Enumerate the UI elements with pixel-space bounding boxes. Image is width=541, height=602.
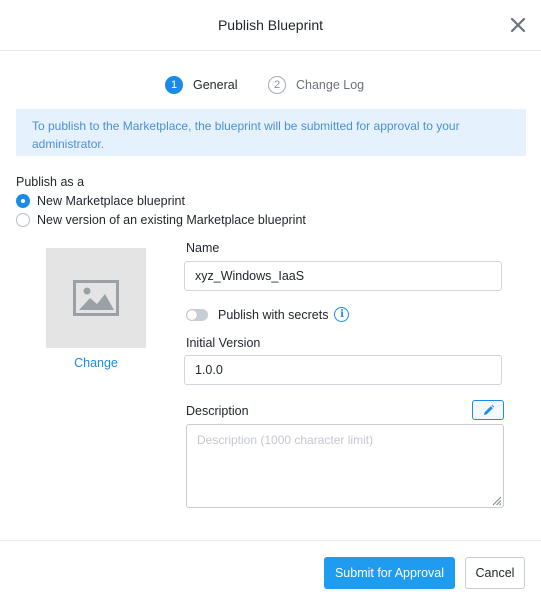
image-placeholder-icon — [73, 280, 119, 316]
step-general[interactable]: 1 General — [165, 76, 237, 94]
initial-version-input[interactable] — [184, 355, 502, 385]
close-icon[interactable] — [509, 16, 527, 34]
radio-label: New Marketplace blueprint — [37, 194, 185, 208]
pencil-icon — [483, 404, 494, 415]
info-icon[interactable]: i — [334, 307, 350, 322]
publish-secrets-label: Publish with secrets — [218, 307, 329, 322]
cancel-button[interactable]: Cancel — [465, 557, 525, 589]
radio-button[interactable] — [16, 213, 30, 227]
dialog-footer — [0, 540, 541, 602]
radio-new-blueprint[interactable]: New Marketplace blueprint — [16, 194, 185, 208]
change-image-link[interactable]: Change — [46, 356, 146, 370]
edit-description-button[interactable] — [472, 400, 504, 420]
publish-as-label: Publish as a — [16, 175, 85, 189]
blueprint-image — [46, 248, 146, 348]
step-label: General — [193, 78, 238, 92]
step-number: 2 — [268, 76, 286, 94]
dialog-header: Publish Blueprint — [0, 0, 541, 51]
name-input[interactable] — [184, 261, 502, 291]
initial-version-label: Initial Version — [186, 336, 261, 350]
step-change-log[interactable]: 2 Change Log — [268, 76, 364, 94]
dialog-title: Publish Blueprint — [217, 17, 324, 33]
radio-new-version[interactable]: New version of an existing Marketplace b… — [16, 213, 306, 227]
radio-button[interactable] — [16, 194, 30, 208]
name-label: Name — [186, 241, 220, 255]
radio-label: New version of an existing Marketplace b… — [37, 213, 306, 227]
info-banner: To publish to the Marketplace, the bluep… — [16, 109, 526, 156]
description-label: Description — [186, 404, 249, 418]
step-label: Change Log — [296, 78, 365, 92]
publish-secrets-toggle[interactable] — [186, 308, 208, 321]
step-indicator: 1 General 2 Change Log — [0, 76, 541, 96]
resize-handle-icon[interactable] — [491, 495, 502, 506]
submit-for-approval-button[interactable]: Submit for Approval — [324, 557, 455, 589]
step-number: 1 — [165, 76, 183, 94]
description-textarea[interactable] — [186, 424, 504, 508]
publish-secrets-row: Publish with secrets i — [186, 307, 350, 322]
